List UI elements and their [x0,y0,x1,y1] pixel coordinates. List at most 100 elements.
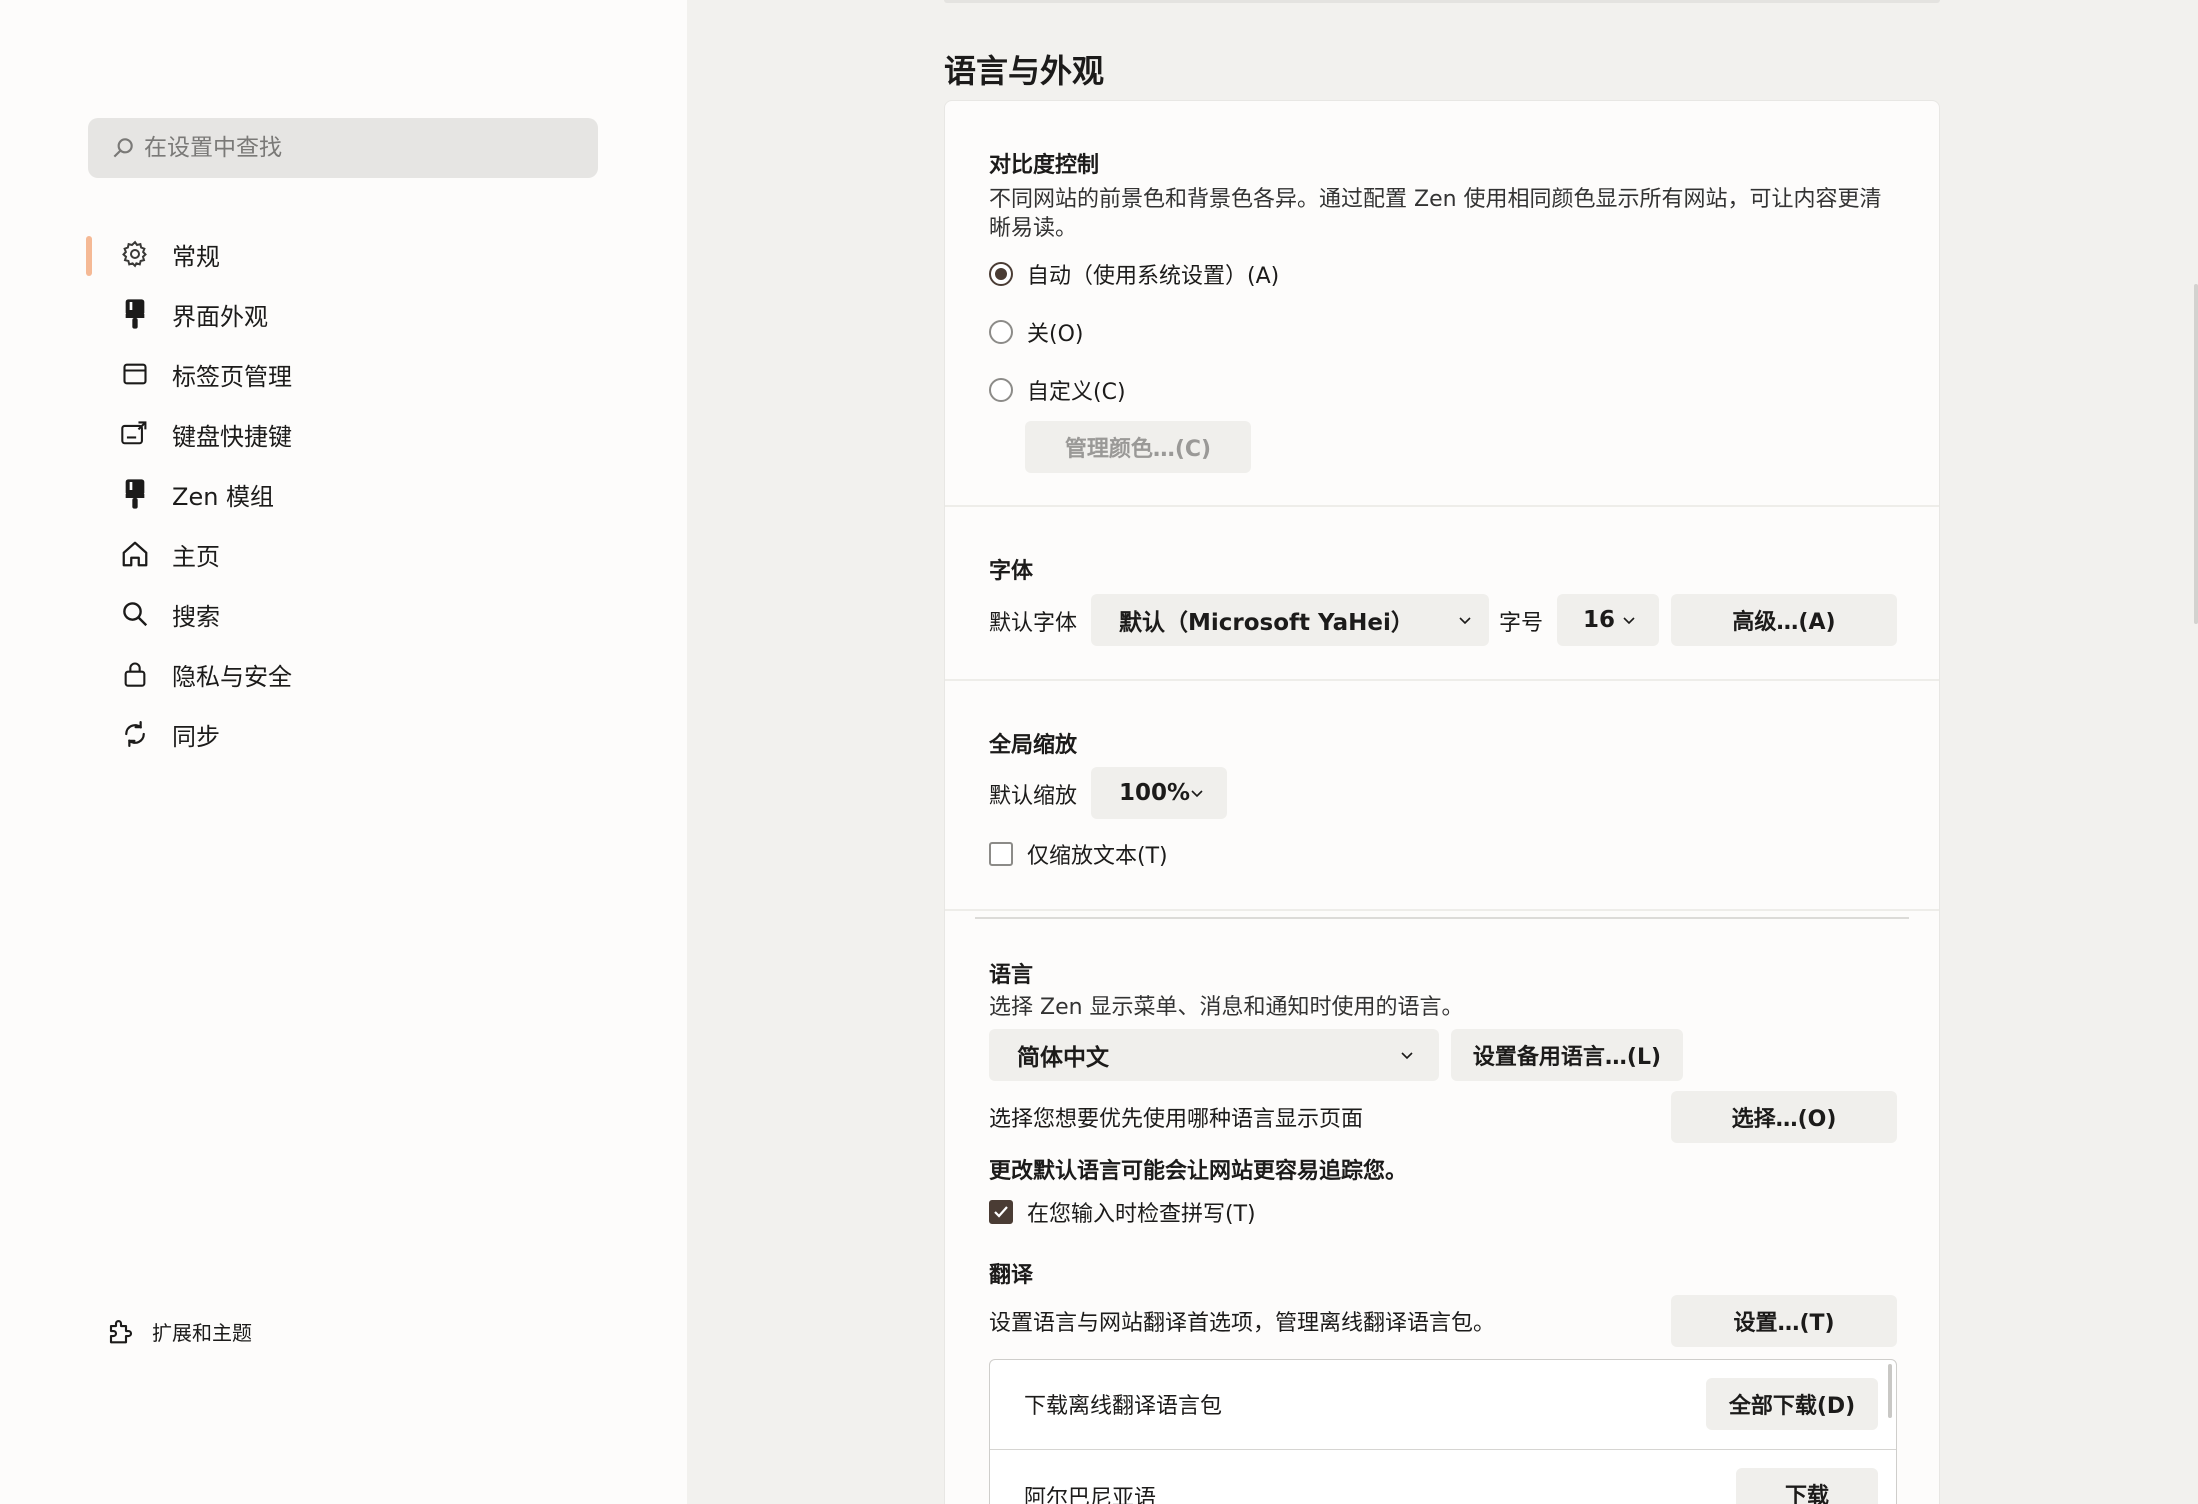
default-zoom-value: 100% [1119,780,1191,806]
page-language-label: 选择您想要优先使用哪种语言显示页面 [989,1107,1364,1132]
radio-label: 关(O) [1027,322,1084,347]
section-description: 选择 Zen 显示菜单、消息和通知时使用的语言。 [989,995,1464,1020]
translation-description: 设置语言与网站翻译首选项，管理离线翻译语言包。 [989,1311,1496,1336]
sidebar-item-label: 界面外观 [172,302,268,331]
checkbox-label: 在您输入时检查拼写(T) [1027,1202,1256,1227]
settings-card: 对比度控制 不同网站的前景色和背景色各异。通过配置 Zen 使用相同颜色显示所有… [944,100,1940,1504]
fonts-section: 字体 [989,553,1895,585]
checkmark-icon [994,1206,1008,1218]
sidebar-item-label: 常规 [172,242,220,271]
paintbrush-icon [118,477,152,511]
puzzle-icon [109,1319,133,1344]
contrast-option-custom[interactable]: 自定义(C) [989,361,1895,419]
sidebar-item-sync[interactable]: 同步 [86,704,646,764]
ui-language-select[interactable]: 简体中文 [989,1029,1439,1081]
list-item-label: 阿尔巴尼亚语 [1024,1486,1157,1504]
chevron-down-icon [1459,617,1471,625]
previous-card-edge [944,0,1940,3]
divider [975,917,1909,919]
search-icon [113,138,133,158]
divider [945,909,1939,911]
search-input[interactable] [144,135,584,161]
sidebar-nav: 常规 界面外观 标签页管理 键盘快捷键 Zen 模组 主页 搜索 隐私与安全 同… [86,224,646,764]
search-icon [118,597,152,631]
chevron-down-icon [1191,790,1203,798]
translation-section: 翻译 [989,1257,1895,1289]
offline-translation-list: 下载离线翻译语言包 全部下载(D) 阿尔巴尼亚语 下载 [989,1359,1897,1504]
sidebar-item-home[interactable]: 主页 [86,524,646,584]
divider [945,679,1939,681]
ui-language-value: 简体中文 [1017,1045,1109,1071]
chevron-down-icon [1401,1052,1413,1060]
spellcheck-checkbox[interactable] [989,1200,1013,1224]
list-item: 阿尔巴尼亚语 下载 [990,1450,1896,1504]
section-title: 全局缩放 [989,733,1078,758]
default-font-select[interactable]: 默认（Microsoft YaHei） [1091,594,1489,646]
chevron-down-icon [1623,617,1635,625]
sidebar-item-label: 搜索 [172,602,220,631]
contrast-section: 对比度控制 不同网站的前景色和背景色各异。通过配置 Zen 使用相同颜色显示所有… [989,147,1895,419]
sidebar-item-search[interactable]: 搜索 [86,584,646,644]
radio-button[interactable] [989,262,1013,286]
sidebar-item-label: 同步 [172,722,220,751]
contrast-radio-group: 自动（使用系统设置）(A) 关(O) 自定义(C) [989,245,1895,419]
extensions-themes-link[interactable]: 扩展和主题 [106,1316,252,1346]
sidebar-item-label: 主页 [172,542,220,571]
section-description: 不同网站的前景色和背景色各异。通过配置 Zen 使用相同颜色显示所有网站，可让内… [989,187,1882,241]
page-scrollbar[interactable] [2194,284,2198,624]
radio-label: 自定义(C) [1027,380,1126,405]
list-item: 下载离线翻译语言包 全部下载(D) [990,1360,1896,1450]
checkbox-label: 仅缩放文本(T) [1027,844,1168,869]
language-tracking-warning: 更改默认语言可能会让网站更容易追踪您。 [989,1159,1408,1184]
divider [945,505,1939,507]
sidebar-item-label: 键盘快捷键 [172,422,292,451]
zoom-text-only-option[interactable]: 仅缩放文本(T) [989,825,1168,883]
gear-icon [118,237,152,271]
zoom-section: 全局缩放 [989,727,1895,759]
sidebar: 常规 界面外观 标签页管理 键盘快捷键 Zen 模组 [0,0,687,1504]
default-zoom-select[interactable]: 100% [1091,767,1227,819]
alternative-languages-button[interactable]: 设置备用语言…(L) [1451,1029,1683,1081]
sidebar-item-shortcuts[interactable]: 键盘快捷键 [86,404,646,464]
section-title: 对比度控制 [989,153,1100,178]
contrast-option-off[interactable]: 关(O) [989,303,1895,361]
page-title: 语言与外观 [944,52,1105,90]
fonts-advanced-button[interactable]: 高级…(A) [1671,594,1897,646]
sidebar-item-tabs[interactable]: 标签页管理 [86,344,646,404]
zoom-text-only-checkbox[interactable] [989,842,1013,866]
home-icon [118,537,152,571]
radio-button[interactable] [989,378,1013,402]
download-language-button[interactable]: 下载 [1736,1468,1878,1504]
sidebar-item-privacy[interactable]: 隐私与安全 [86,644,646,704]
contrast-option-auto[interactable]: 自动（使用系统设置）(A) [989,245,1895,303]
section-title: 翻译 [989,1263,1034,1288]
radio-button[interactable] [989,320,1013,344]
default-font-label: 默认字体 [989,611,1078,636]
font-size-select[interactable]: 16 [1557,594,1659,646]
lock-icon [118,657,152,691]
sidebar-item-label: Zen 模组 [172,482,275,511]
default-font-value: 默认（Microsoft YaHei） [1119,610,1414,636]
choose-page-language-button[interactable]: 选择…(O) [1671,1091,1897,1143]
section-title: 字体 [989,559,1034,584]
settings-search[interactable] [88,118,598,178]
spellcheck-option[interactable]: 在您输入时检查拼写(T) [989,1183,1256,1241]
sync-icon [118,717,152,751]
sidebar-item-appearance[interactable]: 界面外观 [86,284,646,344]
keyboard-shortcut-icon [118,417,152,451]
sidebar-item-general[interactable]: 常规 [86,224,646,284]
list-item-label: 下载离线翻译语言包 [1024,1394,1223,1419]
list-scrollbar[interactable] [1888,1364,1892,1418]
translation-settings-button[interactable]: 设置…(T) [1671,1295,1897,1347]
section-title: 语言 [989,963,1034,988]
language-section: 语言 选择 Zen 显示菜单、消息和通知时使用的语言。 [989,957,1895,1022]
sidebar-item-label: 标签页管理 [172,362,292,391]
sidebar-item-label: 隐私与安全 [172,662,292,691]
font-size-label: 字号 [1499,611,1544,636]
radio-label: 自动（使用系统设置）(A) [1027,264,1280,289]
extensions-themes-label: 扩展和主题 [152,1320,252,1345]
sidebar-item-zen-mods[interactable]: Zen 模组 [86,464,646,524]
manage-colors-button[interactable]: 管理颜色…(C) [1025,421,1251,473]
default-zoom-label: 默认缩放 [989,784,1078,809]
download-all-button[interactable]: 全部下载(D) [1706,1378,1878,1430]
